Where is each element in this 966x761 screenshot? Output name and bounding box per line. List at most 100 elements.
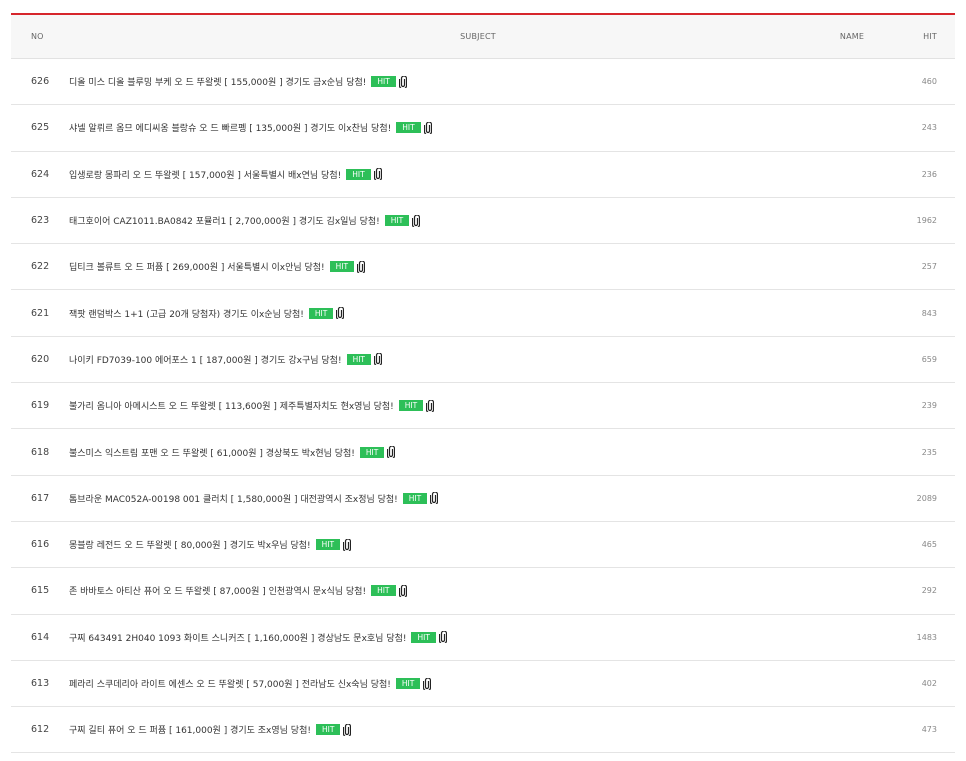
post-number: 613 xyxy=(31,678,50,689)
table-row[interactable]: 621 잭팟 랜덤박스 1+1 (고급 20개 당첨자) 경기도 이x순님 당첨… xyxy=(11,290,955,337)
table-row[interactable]: 619 불가리 옴니아 아메시스트 오 드 뚜왈렛 [ 113,600원 ] 제… xyxy=(11,383,955,430)
post-subject-link[interactable]: 잭팟 랜덤박스 1+1 (고급 20개 당첨자) 경기도 이x순님 당첨! xyxy=(69,307,304,320)
post-subject-link[interactable]: 불가리 옴니아 아메시스트 오 드 뚜왈렛 [ 113,600원 ] 제주특별자… xyxy=(69,399,394,412)
attachment-icon xyxy=(426,399,435,412)
hit-badge: HIT xyxy=(346,168,371,180)
post-subject-cell[interactable]: 잭팟 랜덤박스 1+1 (고급 20개 당첨자) 경기도 이x순님 당첨! HI… xyxy=(69,307,807,320)
hit-badge: HIT xyxy=(384,215,410,227)
attachment-icon xyxy=(412,214,421,227)
hit-badge: HIT xyxy=(411,631,436,643)
post-subject-cell[interactable]: 존 바바토스 아티산 퓨어 오 드 뚜왈렛 [ 87,000원 ] 인천광역시 … xyxy=(69,584,807,597)
post-subject-cell[interactable]: 딥티크 볼류트 오 드 퍼퓸 [ 269,000원 ] 서울특별시 이x안님 당… xyxy=(69,260,807,273)
post-subject-cell[interactable]: 디올 미스 디올 블루밍 부케 오 드 뚜왈렛 [ 155,000원 ] 경기도… xyxy=(69,75,807,88)
post-hit-count: 460 xyxy=(921,77,937,87)
post-number: 618 xyxy=(31,446,50,458)
post-number: 623 xyxy=(31,215,50,227)
post-subject-link[interactable]: 몽블랑 레전드 오 드 뚜왈렛 [ 80,000원 ] 경기도 박x우님 당첨! xyxy=(69,538,311,551)
attachment-icon xyxy=(343,538,352,551)
post-hit-count: 235 xyxy=(921,447,937,457)
hit-badge: HIT xyxy=(395,678,421,689)
post-hit-count: 465 xyxy=(921,540,937,550)
post-subject-link[interactable]: 존 바바토스 아티산 퓨어 오 드 뚜왈렛 [ 87,000원 ] 인천광역시 … xyxy=(69,584,366,597)
table-row[interactable]: 625 샤넬 알뤼르 옴므 에디씨옹 블랑슈 오 드 빠르펭 [ 135,000… xyxy=(11,105,955,152)
post-hit-count: 243 xyxy=(921,123,937,133)
post-hit-count: 843 xyxy=(921,308,937,318)
post-subject-link[interactable]: 페라리 스쿠데리아 라이트 에센스 오 드 뚜왈렛 [ 57,000원 ] 전라… xyxy=(69,677,391,690)
post-subject-cell[interactable]: 불스미스 익스트림 포맨 오 드 뚜왈렛 [ 61,000원 ] 경상북도 박x… xyxy=(69,446,807,459)
table-body: 626 디올 미스 디올 블루밍 부케 오 드 뚜왈렛 [ 155,000원 ]… xyxy=(11,59,955,754)
table-row[interactable]: 612 구찌 길티 퓨어 오 드 퍼퓸 [ 161,000원 ] 경기도 조x영… xyxy=(11,707,955,754)
post-subject-cell[interactable]: 구찌 643491 2H040 1093 화이트 스니커즈 [ 1,160,00… xyxy=(69,631,807,644)
post-subject-link[interactable]: 디올 미스 디올 블루밍 부케 오 드 뚜왈렛 [ 155,000원 ] 경기도… xyxy=(69,75,366,88)
post-subject-cell[interactable]: 입생로랑 몽파리 오 드 뚜왈렛 [ 157,000원 ] 서울특별시 배x연님… xyxy=(69,168,807,181)
post-number: 620 xyxy=(31,353,50,365)
header-name: NAME xyxy=(839,32,865,41)
table-row[interactable]: 616 몽블랑 레전드 오 드 뚜왈렛 [ 80,000원 ] 경기도 박x우님… xyxy=(11,522,955,569)
hit-badge: HIT xyxy=(308,307,334,319)
post-hit-count: 257 xyxy=(921,262,937,272)
table-row[interactable]: 622 딥티크 볼류트 오 드 퍼퓸 [ 269,000원 ] 서울특별시 이x… xyxy=(11,244,955,291)
post-subject-link[interactable]: 샤넬 알뤼르 옴므 에디씨옹 블랑슈 오 드 빠르펭 [ 135,000원 ] … xyxy=(69,121,391,134)
post-hit-count: 1962 xyxy=(916,216,937,226)
post-number: 622 xyxy=(31,261,50,273)
post-subject-cell[interactable]: 톰브라운 MAC052A-00198 001 클러치 [ 1,580,000원 … xyxy=(69,492,807,505)
header-subject: SUBJECT xyxy=(460,32,496,41)
post-subject-cell[interactable]: 태그호이어 CAZ1011.BA0842 포뮬러1 [ 2,700,000원 ]… xyxy=(69,214,807,227)
post-subject-cell[interactable]: 불가리 옴니아 아메시스트 오 드 뚜왈렛 [ 113,600원 ] 제주특별자… xyxy=(69,399,807,412)
post-number: 616 xyxy=(31,539,50,551)
post-subject-link[interactable]: 불스미스 익스트림 포맨 오 드 뚜왈렛 [ 61,000원 ] 경상북도 박x… xyxy=(69,446,355,459)
table-row[interactable]: 618 불스미스 익스트림 포맨 오 드 뚜왈렛 [ 61,000원 ] 경상북… xyxy=(11,429,955,476)
post-subject-link[interactable]: 톰브라운 MAC052A-00198 001 클러치 [ 1,580,000원 … xyxy=(69,492,398,505)
table-row[interactable]: 624 입생로랑 몽파리 오 드 뚜왈렛 [ 157,000원 ] 서울특별시 … xyxy=(11,152,955,198)
board-table: NO SUBJECT NAME HIT 626 디올 미스 디올 블루밍 부케 … xyxy=(11,13,955,754)
table-header: NO SUBJECT NAME HIT xyxy=(11,15,955,59)
post-subject-link[interactable]: 태그호이어 CAZ1011.BA0842 포뮬러1 [ 2,700,000원 ]… xyxy=(69,214,380,227)
post-hit-count: 473 xyxy=(921,725,937,735)
post-hit-count: 236 xyxy=(921,169,937,179)
post-subject-cell[interactable]: 몽블랑 레전드 오 드 뚜왈렛 [ 80,000원 ] 경기도 박x우님 당첨!… xyxy=(69,538,807,551)
post-number: 624 xyxy=(31,168,50,180)
attachment-icon xyxy=(374,353,383,366)
post-number: 625 xyxy=(31,122,50,134)
table-row[interactable]: 620 나이키 FD7039-100 에어포스 1 [ 187,000원 ] 경… xyxy=(11,337,955,384)
table-row[interactable]: 626 디올 미스 디올 블루밍 부케 오 드 뚜왈렛 [ 155,000원 ]… xyxy=(11,59,955,106)
table-row[interactable]: 617 톰브라운 MAC052A-00198 001 클러치 [ 1,580,0… xyxy=(11,476,955,522)
attachment-icon xyxy=(398,584,407,597)
post-subject-link[interactable]: 구찌 643491 2H040 1093 화이트 스니커즈 [ 1,160,00… xyxy=(69,631,406,644)
hit-badge: HIT xyxy=(402,492,428,504)
post-hit-count: 659 xyxy=(921,354,937,364)
post-hit-count: 1483 xyxy=(916,632,937,642)
post-number: 614 xyxy=(31,631,50,643)
post-hit-count: 402 xyxy=(921,679,937,688)
hit-badge: HIT xyxy=(371,76,396,88)
post-subject-link[interactable]: 딥티크 볼류트 오 드 퍼퓸 [ 269,000원 ] 서울특별시 이x안님 당… xyxy=(69,260,325,273)
hit-badge: HIT xyxy=(329,261,355,273)
attachment-icon xyxy=(373,168,382,181)
attachment-icon xyxy=(357,260,366,273)
post-subject-cell[interactable]: 샤넬 알뤼르 옴므 에디씨옹 블랑슈 오 드 빠르펭 [ 135,000원 ] … xyxy=(69,121,807,134)
hit-badge: HIT xyxy=(346,353,372,365)
post-hit-count: 2089 xyxy=(916,493,937,503)
hit-badge: HIT xyxy=(371,585,396,597)
table-row[interactable]: 613 페라리 스쿠데리아 라이트 에센스 오 드 뚜왈렛 [ 57,000원 … xyxy=(11,661,955,708)
table-row[interactable]: 623 태그호이어 CAZ1011.BA0842 포뮬러1 [ 2,700,00… xyxy=(11,198,955,245)
post-hit-count: 292 xyxy=(921,586,937,596)
post-number: 626 xyxy=(31,76,50,88)
post-subject-link[interactable]: 나이키 FD7039-100 에어포스 1 [ 187,000원 ] 경기도 강… xyxy=(69,353,342,366)
post-subject-link[interactable]: 구찌 길티 퓨어 오 드 퍼퓸 [ 161,000원 ] 경기도 조x영님 당첨… xyxy=(69,723,311,736)
hit-badge: HIT xyxy=(398,400,424,412)
table-row[interactable]: 614 구찌 643491 2H040 1093 화이트 스니커즈 [ 1,16… xyxy=(11,615,955,661)
hit-badge: HIT xyxy=(315,539,341,551)
post-subject-cell[interactable]: 나이키 FD7039-100 에어포스 1 [ 187,000원 ] 경기도 강… xyxy=(69,353,807,366)
hit-badge: HIT xyxy=(315,724,341,736)
post-number: 612 xyxy=(31,724,50,736)
post-subject-link[interactable]: 입생로랑 몽파리 오 드 뚜왈렛 [ 157,000원 ] 서울특별시 배x연님… xyxy=(69,168,341,181)
post-subject-cell[interactable]: 페라리 스쿠데리아 라이트 에센스 오 드 뚜왈렛 [ 57,000원 ] 전라… xyxy=(69,677,807,690)
table-row[interactable]: 615 존 바바토스 아티산 퓨어 오 드 뚜왈렛 [ 87,000원 ] 인천… xyxy=(11,568,955,615)
hit-badge: HIT xyxy=(359,446,385,458)
attachment-icon xyxy=(336,307,345,320)
post-subject-cell[interactable]: 구찌 길티 퓨어 오 드 퍼퓸 [ 161,000원 ] 경기도 조x영님 당첨… xyxy=(69,723,807,736)
post-hit-count: 239 xyxy=(921,401,937,411)
post-number: 621 xyxy=(31,307,50,319)
post-number: 619 xyxy=(31,400,50,412)
